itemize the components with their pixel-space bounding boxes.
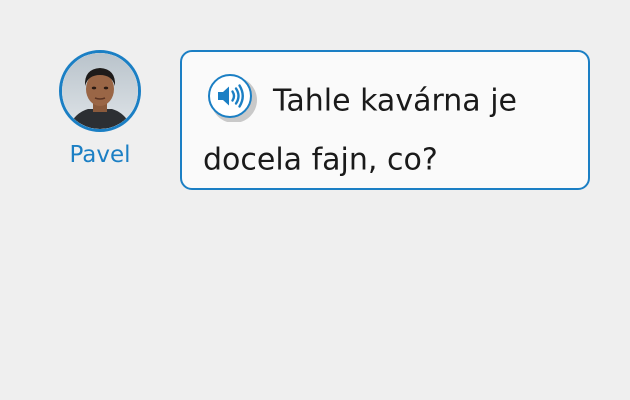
avatar-portrait-icon — [62, 53, 138, 129]
speaker-card: Pavel — [56, 50, 144, 167]
speaker-name: Pavel — [69, 142, 131, 168]
avatar — [59, 50, 141, 132]
message-bubble: Tahle kavárna je docela fajn, co? — [180, 50, 590, 190]
speaker-volume-icon — [208, 73, 257, 122]
play-audio-button[interactable] — [203, 73, 259, 122]
